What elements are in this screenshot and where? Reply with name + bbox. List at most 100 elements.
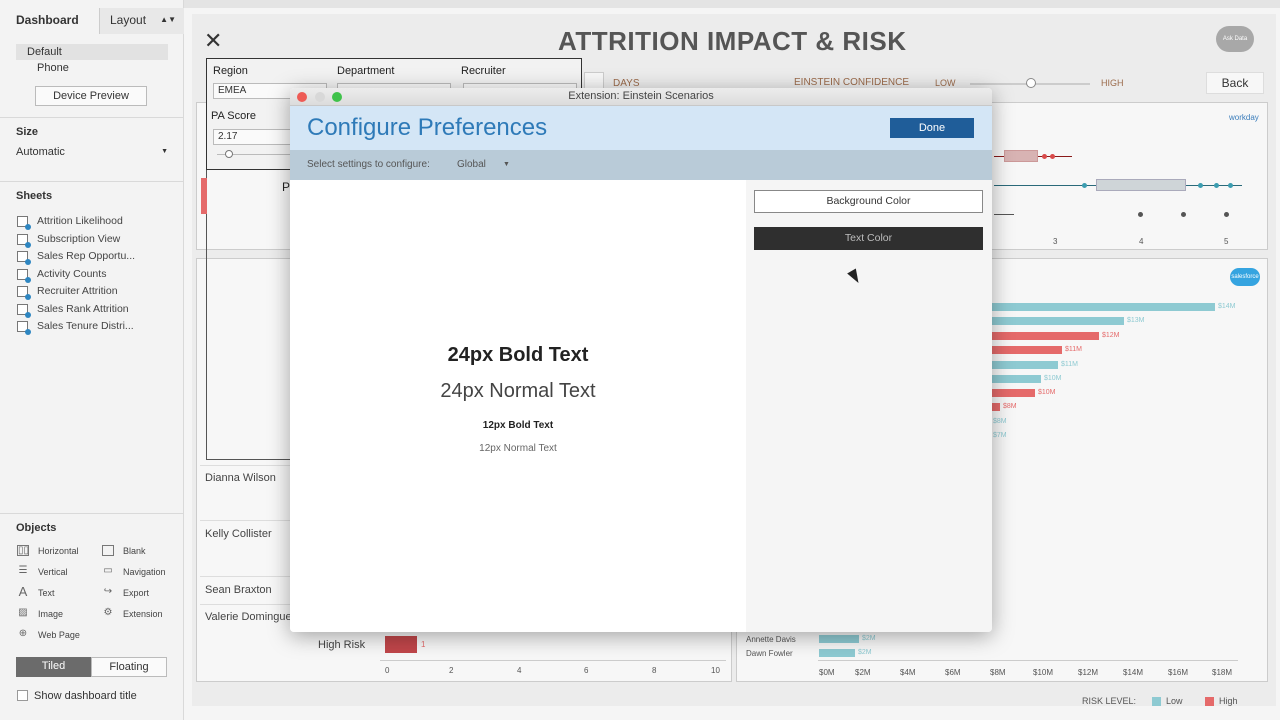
box-plot-box: [1004, 150, 1038, 162]
background-color-button[interactable]: Background Color: [754, 190, 983, 213]
confidence-slider-knob[interactable]: [1026, 78, 1036, 88]
object-vertical[interactable]: ☰ Vertical: [17, 566, 68, 577]
object-web-page[interactable]: ⊕ Web Page: [17, 629, 80, 640]
sheet-item[interactable]: Subscription View: [17, 233, 121, 248]
dialog-title: Configure Preferences: [307, 114, 548, 141]
recruiter-label: Recruiter: [461, 65, 506, 77]
ask-data-button[interactable]: Ask Data: [1216, 26, 1254, 52]
sheet-item[interactable]: Sales Rank Attrition: [17, 303, 129, 318]
pa-score-slider-knob[interactable]: [225, 150, 233, 158]
close-icon[interactable]: ✕: [204, 28, 222, 54]
export-icon: ↪: [103, 586, 113, 597]
sheet-icon: [17, 268, 31, 283]
row-divider: [200, 604, 290, 605]
tab-layout[interactable]: Layout ▲▼: [100, 8, 184, 34]
device-phone[interactable]: Phone: [37, 62, 69, 74]
back-button[interactable]: Back: [1206, 72, 1264, 94]
sheet-item[interactable]: Recruiter Attrition: [17, 285, 118, 300]
pa-score-input[interactable]: 2.17: [213, 129, 291, 145]
bar: [992, 332, 1099, 340]
right-axis-tick: $16M: [1168, 668, 1189, 677]
employee-name: Annette Davis: [746, 635, 796, 644]
object-extension[interactable]: ⚙ Extension: [102, 608, 163, 619]
settings-select[interactable]: Global: [457, 159, 486, 170]
left-axis-tick: 0: [385, 666, 390, 675]
chevron-down-icon: ▼: [161, 148, 168, 155]
tab-dashboard[interactable]: Dashboard: [0, 8, 100, 34]
done-button[interactable]: Done: [890, 118, 974, 138]
workday-logo: workday: [1229, 113, 1259, 122]
bar: [992, 303, 1215, 311]
row-divider: [200, 576, 290, 577]
sheet-label: Recruiter Attrition: [37, 285, 118, 297]
size-value: Automatic: [16, 146, 65, 158]
right-axis-tick: $8M: [990, 668, 1006, 677]
legend-low-label: Low: [1166, 696, 1183, 706]
object-blank[interactable]: Blank: [102, 545, 146, 556]
object-label: Web Page: [38, 629, 80, 640]
axis-line: [818, 660, 1238, 661]
employee-name: Sean Braxton: [205, 584, 272, 596]
object-image[interactable]: ▨ Image: [17, 608, 63, 619]
risk-level-label: RISK LEVEL:: [1082, 696, 1137, 706]
right-axis-tick: $6M: [945, 668, 961, 677]
box-axis-tick: 5: [1224, 237, 1229, 246]
sheet-label: Subscription View: [37, 233, 121, 245]
tiled-toggle[interactable]: Tiled: [16, 657, 91, 677]
axis-line: [380, 660, 726, 661]
bar: [992, 389, 1035, 397]
sheet-label: Attrition Likelihood: [37, 215, 123, 227]
box-plot-point: [1138, 212, 1143, 217]
object-navigation[interactable]: ▭ Navigation: [102, 566, 165, 577]
sheet-label: Sales Rep Opportu...: [37, 250, 136, 262]
floating-toggle[interactable]: Floating: [91, 657, 167, 677]
box-axis-tick: 3: [1053, 237, 1058, 246]
bar-label: $2M: [858, 649, 872, 656]
employee-name: Dianna Wilson: [205, 472, 276, 484]
text-icon: A: [18, 584, 28, 599]
left-axis-tick: 6: [584, 666, 589, 675]
bar-label: $13M: [1127, 317, 1145, 324]
extension-icon: ⚙: [103, 607, 113, 618]
text-color-button[interactable]: Text Color: [754, 227, 983, 250]
box-plot-point: [1228, 183, 1233, 188]
sheet-item[interactable]: Activity Counts: [17, 268, 106, 283]
object-text[interactable]: A Text: [17, 584, 55, 599]
show-title-checkbox[interactable]: [17, 690, 28, 701]
dialog-header: Configure Preferences Done: [290, 106, 992, 150]
sheet-item[interactable]: Sales Tenure Distri...: [17, 320, 134, 335]
sheet-label: Sales Tenure Distri...: [37, 320, 134, 332]
bar: [992, 317, 1124, 325]
bar: [992, 403, 1000, 411]
employee-name: Valerie Domingue: [205, 611, 292, 623]
sheet-icon: [17, 233, 31, 248]
bar-label: $11M: [1065, 346, 1082, 353]
box-plot-point: [1198, 183, 1203, 188]
bar-label: $10M: [1038, 389, 1056, 396]
sheet-item[interactable]: Sales Rep Opportu...: [17, 250, 136, 265]
device-preview-button[interactable]: Device Preview: [35, 86, 147, 106]
bar-label: $11M: [1061, 361, 1078, 368]
bar: [992, 375, 1041, 383]
sheet-item[interactable]: Attrition Likelihood: [17, 215, 123, 230]
sheet-label: Sales Rank Attrition: [37, 303, 129, 315]
high-risk-label: High Risk: [318, 639, 366, 651]
einstein-confidence-label: EINSTEIN CONFIDENCE: [794, 77, 910, 88]
image-icon: ▨: [18, 607, 28, 618]
left-axis-tick: 10: [711, 666, 720, 675]
preview-12px-normal: 12px Normal Text: [479, 443, 557, 454]
object-export[interactable]: ↪ Export: [102, 587, 149, 598]
divider: [0, 513, 184, 514]
dashboard-title: ATTRITION IMPACT & RISK: [558, 26, 907, 56]
size-dropdown[interactable]: Automatic ▼: [16, 146, 168, 158]
sheet-icon: [17, 215, 31, 230]
salesforce-logo: salesforce: [1230, 268, 1260, 286]
sort-caret-icon: ▲▼: [160, 15, 176, 24]
object-horizontal[interactable]: ▯▯ Horizontal: [17, 545, 79, 556]
right-axis-tick: $0M: [819, 668, 835, 677]
high-risk-value: 1: [421, 640, 426, 649]
box-plot-point: [1042, 154, 1047, 159]
chevron-down-icon[interactable]: ▼: [503, 161, 510, 168]
device-default[interactable]: Default: [27, 46, 62, 58]
left-axis-tick: 2: [449, 666, 454, 675]
